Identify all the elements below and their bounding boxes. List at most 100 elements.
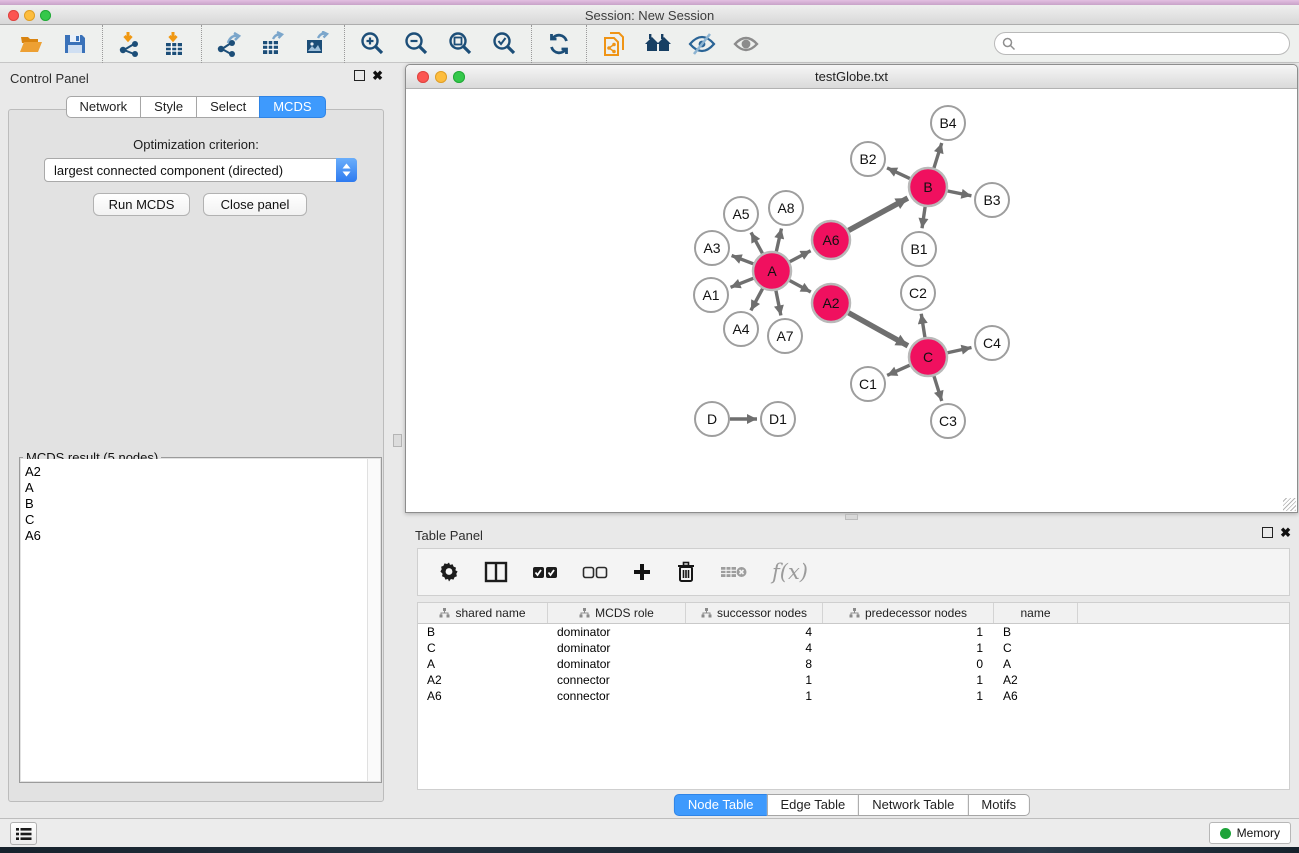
table-cell[interactable]: C (994, 640, 1078, 656)
result-item[interactable]: B (25, 496, 363, 512)
export-table-icon[interactable] (259, 30, 287, 58)
tab-mcds[interactable]: MCDS (259, 96, 325, 118)
table-cell[interactable]: A2 (994, 672, 1078, 688)
select-all-icon[interactable] (532, 564, 558, 580)
graph-node-D1[interactable]: D1 (761, 402, 795, 436)
graph-edge-A-A5[interactable] (751, 232, 762, 253)
graph-edge-C-C3[interactable] (934, 376, 942, 401)
result-item[interactable]: C (25, 512, 363, 528)
table-cell[interactable]: connector (548, 672, 686, 688)
graph-edge-A-A3[interactable] (732, 256, 754, 264)
table-cell[interactable]: B (994, 624, 1078, 640)
graph-node-A2[interactable]: A2 (812, 284, 850, 322)
graph-edge-A-A2[interactable] (790, 281, 811, 292)
graph-node-A1[interactable]: A1 (694, 278, 728, 312)
float-table-panel-icon[interactable] (1262, 527, 1273, 538)
table-cell[interactable]: 1 (686, 672, 823, 688)
graph-edge-A2-C[interactable] (848, 313, 907, 346)
eye-icon[interactable] (732, 30, 760, 58)
graph-node-B[interactable]: B (909, 168, 947, 206)
tab-node-table[interactable]: Node Table (674, 794, 768, 816)
table-cell[interactable]: 8 (686, 656, 823, 672)
tab-edge-table[interactable]: Edge Table (766, 794, 859, 816)
gear-icon[interactable] (438, 561, 460, 583)
table-cell[interactable]: dominator (548, 656, 686, 672)
graph-edge-A-A4[interactable] (751, 289, 763, 311)
refresh-icon[interactable] (545, 30, 573, 58)
graph-edge-A-A7[interactable] (776, 291, 781, 316)
table-cell[interactable]: A6 (418, 688, 548, 704)
table-cell[interactable]: A (418, 656, 548, 672)
close-table-panel-icon[interactable]: ✖ (1280, 527, 1291, 538)
graph-node-B2[interactable]: B2 (851, 142, 885, 176)
graph-node-B4[interactable]: B4 (931, 106, 965, 140)
graph-node-C3[interactable]: C3 (931, 404, 965, 438)
delete-column-icon[interactable] (676, 561, 696, 583)
clone-network-icon[interactable] (600, 30, 628, 58)
table-row[interactable]: Adominator80A (418, 656, 1289, 672)
graph-edge-B-B2[interactable] (887, 168, 910, 179)
tab-motifs[interactable]: Motifs (967, 794, 1030, 816)
graph-node-A3[interactable]: A3 (695, 231, 729, 265)
save-session-icon[interactable] (61, 30, 89, 58)
table-cell[interactable]: 1 (823, 672, 994, 688)
network-canvas[interactable]: B4B2BB3A5A8A6B1A3AC2A1A2A4A7C4CC1C3DD1 (406, 90, 1297, 512)
task-history-button[interactable] (10, 822, 37, 845)
vertical-split-divider[interactable] (391, 64, 405, 818)
graph-node-A6[interactable]: A6 (812, 221, 850, 259)
float-panel-icon[interactable] (354, 70, 365, 81)
window-resize-grip-icon[interactable] (1283, 498, 1296, 511)
zoom-out-icon[interactable] (402, 30, 430, 58)
table-cell[interactable]: A6 (994, 688, 1078, 704)
import-network-icon[interactable] (116, 30, 144, 58)
column-header-predecessor-nodes[interactable]: predecessor nodes (823, 603, 994, 623)
graph-node-B1[interactable]: B1 (902, 232, 936, 266)
table-cell[interactable]: 1 (686, 688, 823, 704)
graph-node-A7[interactable]: A7 (768, 319, 802, 353)
table-cell[interactable]: 4 (686, 624, 823, 640)
result-item[interactable]: A (25, 480, 363, 496)
graph-edge-C-C1[interactable] (887, 365, 910, 375)
horizontal-split-divider[interactable] (405, 513, 1299, 521)
table-cell[interactable]: 1 (823, 624, 994, 640)
graph-edge-A-A8[interactable] (776, 228, 781, 251)
add-column-icon[interactable] (632, 562, 652, 582)
table-cell[interactable]: 4 (686, 640, 823, 656)
graph-node-D[interactable]: D (695, 402, 729, 436)
column-header-MCDS-role[interactable]: MCDS role (548, 603, 686, 623)
search-input[interactable] (994, 32, 1290, 55)
tab-network[interactable]: Network (65, 96, 141, 118)
split-columns-icon[interactable] (484, 561, 508, 583)
graph-edge-B-B3[interactable] (948, 191, 972, 196)
table-row[interactable]: A6connector11A6 (418, 688, 1289, 704)
table-cell[interactable]: C (418, 640, 548, 656)
tab-select[interactable]: Select (196, 96, 260, 118)
graph-node-A[interactable]: A (753, 252, 791, 290)
export-image-icon[interactable] (303, 30, 331, 58)
table-cell[interactable]: B (418, 624, 548, 640)
close-panel-icon[interactable]: ✖ (372, 70, 383, 81)
graph-node-C4[interactable]: C4 (975, 326, 1009, 360)
graph-node-A8[interactable]: A8 (769, 191, 803, 225)
table-row[interactable]: Bdominator41B (418, 624, 1289, 640)
result-item[interactable]: A2 (25, 464, 363, 480)
export-network-icon[interactable] (215, 30, 243, 58)
import-table-icon[interactable] (160, 30, 188, 58)
vertical-divider-handle[interactable] (393, 434, 402, 447)
open-session-icon[interactable] (17, 30, 45, 58)
graph-edge-B-B4[interactable] (934, 143, 942, 168)
tab-style[interactable]: Style (140, 96, 197, 118)
graph-edge-A-A6[interactable] (790, 251, 811, 262)
graph-node-C[interactable]: C (909, 338, 947, 376)
graph-edge-C-C4[interactable] (948, 347, 972, 352)
table-cell[interactable]: 1 (823, 640, 994, 656)
horizontal-divider-handle[interactable] (845, 514, 858, 520)
graph-node-C2[interactable]: C2 (901, 276, 935, 310)
graph-edge-A-A1[interactable] (731, 278, 754, 287)
zoom-in-icon[interactable] (358, 30, 386, 58)
memory-button[interactable]: Memory (1209, 822, 1291, 844)
table-cell[interactable]: 0 (823, 656, 994, 672)
column-header-shared-name[interactable]: shared name (418, 603, 548, 623)
graph-node-B3[interactable]: B3 (975, 183, 1009, 217)
hide-panel-eye-slash-icon[interactable] (688, 30, 716, 58)
